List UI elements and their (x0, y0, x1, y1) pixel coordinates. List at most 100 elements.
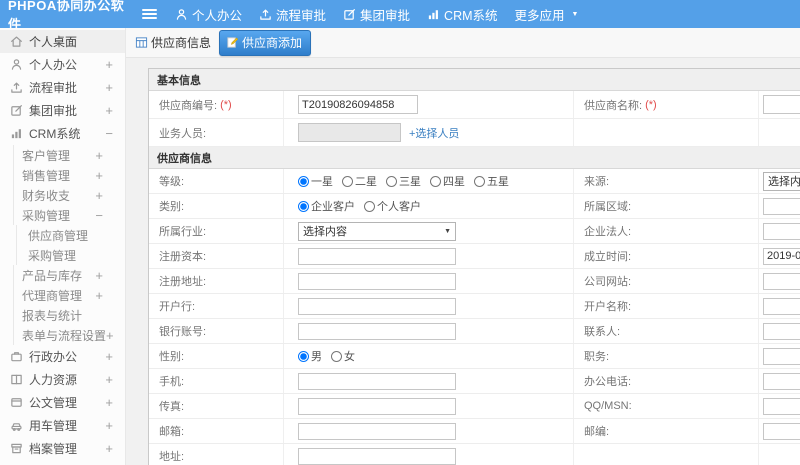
sidebar-item-17[interactable]: 人力资源 + (0, 368, 125, 391)
form-field-cell (284, 444, 574, 465)
text-input[interactable] (763, 297, 800, 315)
text-input[interactable] (298, 247, 456, 265)
expand-toggle[interactable]: − (95, 208, 103, 223)
supplier-add-tab[interactable]: 供应商添加 (219, 29, 312, 56)
sidebar-item-15[interactable]: 表单与流程设置 + (0, 325, 125, 345)
text-input[interactable] (763, 347, 800, 365)
radio-label: 三星 (399, 176, 421, 188)
expand-toggle[interactable]: + (105, 441, 113, 456)
expand-toggle[interactable]: + (105, 57, 113, 72)
sidebar-item-6[interactable]: 客户管理 + (0, 145, 125, 165)
sidebar-item-12[interactable]: 产品与库存 + (0, 265, 125, 285)
main-content: 供应商信息供应商添加 基本信息供应商编号:(*)供应商名称:(*)业务人员:+选… (126, 28, 800, 465)
sidebar-item-7[interactable]: 销售管理 + (0, 165, 125, 185)
text-input[interactable] (763, 322, 800, 340)
text-input[interactable] (763, 197, 800, 215)
field-label: 联系人: (584, 326, 621, 338)
text-input[interactable] (298, 272, 456, 290)
nav-item-5[interactable]: 更多应用 ▼ (515, 5, 579, 24)
expand-toggle[interactable]: + (105, 395, 113, 410)
expand-toggle[interactable]: + (95, 148, 103, 163)
radio-option[interactable]: 企业客户 (298, 198, 355, 214)
text-input[interactable] (763, 222, 800, 240)
text-input[interactable] (763, 247, 800, 265)
expand-toggle[interactable]: + (95, 168, 103, 183)
expand-toggle[interactable]: + (105, 418, 113, 433)
nav-item-2[interactable]: 流程审批 (259, 5, 326, 24)
radio-input[interactable] (298, 350, 309, 362)
sidebar-item-4[interactable]: 集团审批 + (0, 99, 125, 122)
radio-option[interactable]: 二星 (342, 173, 377, 189)
radio-input[interactable] (298, 175, 309, 187)
radio-input[interactable] (342, 175, 353, 187)
text-input[interactable] (298, 322, 456, 340)
nav-item-4[interactable]: CRM系统 (427, 5, 498, 24)
select-person-link[interactable]: +选择人员 (409, 125, 459, 141)
required-marker: (*) (645, 98, 657, 111)
expand-toggle[interactable]: + (95, 188, 103, 203)
text-input[interactable] (298, 422, 456, 440)
sidebar-item-5[interactable]: CRM系统 − (0, 122, 125, 145)
field-label: 业务人员: (159, 127, 207, 140)
sidebar-item-10[interactable]: 供应商管理 (0, 225, 125, 245)
expand-toggle[interactable]: + (95, 288, 103, 303)
radio-option[interactable]: 男 (298, 348, 322, 364)
text-input[interactable] (298, 397, 456, 415)
radio-option[interactable]: 女 (331, 348, 355, 364)
sidebar-item-14[interactable]: 报表与统计 (0, 305, 125, 325)
sidebar-item-8[interactable]: 财务收支 + (0, 185, 125, 205)
radio-option[interactable]: 五星 (474, 173, 509, 189)
text-input[interactable] (763, 397, 800, 415)
text-input[interactable] (298, 95, 418, 114)
nav-item-1[interactable]: 个人办公 (175, 5, 242, 24)
field-label: QQ/MSN: (584, 400, 632, 412)
radio-option[interactable]: 四星 (430, 173, 465, 189)
radio-option[interactable]: 一星 (298, 173, 333, 189)
text-input[interactable] (763, 372, 800, 390)
sidebar-item-11[interactable]: 采购管理 (0, 245, 125, 265)
radio-input[interactable] (430, 175, 441, 187)
form-row: 等级: 一星 二星 三星 四星 五星 来源: 选择内容▼ (149, 169, 800, 194)
radio-input[interactable] (386, 175, 397, 187)
sidebar-item-9[interactable]: 采购管理 − (0, 205, 125, 225)
select-input[interactable]: 选择内容▼ (298, 221, 456, 241)
select-input[interactable]: 选择内容▼ (763, 171, 800, 191)
expand-toggle[interactable]: + (105, 103, 113, 118)
form-row: 银行账号: 联系人: (149, 319, 800, 344)
tab-label: 供应商信息 (151, 36, 212, 50)
text-input[interactable] (763, 422, 800, 440)
text-input[interactable] (763, 272, 800, 290)
sidebar-item-13[interactable]: 代理商管理 + (0, 285, 125, 305)
radio-option[interactable]: 三星 (386, 173, 421, 189)
sidebar-item-20[interactable]: 档案管理 + (0, 437, 125, 460)
text-input[interactable] (298, 447, 456, 465)
nav-item-3[interactable]: 集团审批 (343, 5, 410, 24)
sidebar-item-18[interactable]: 公文管理 + (0, 391, 125, 414)
text-input[interactable] (298, 297, 456, 315)
expand-toggle[interactable]: + (106, 328, 114, 343)
radio-input[interactable] (298, 200, 309, 212)
radio-input[interactable] (474, 175, 485, 187)
expand-toggle[interactable]: + (105, 372, 113, 387)
expand-toggle[interactable]: + (105, 349, 113, 364)
text-input[interactable] (298, 372, 456, 390)
radio-input[interactable] (331, 350, 342, 362)
radio-input[interactable] (364, 200, 375, 212)
text-input[interactable] (763, 95, 800, 114)
sidebar-item-3[interactable]: 流程审批 + (0, 76, 125, 99)
form-row: 性别: 男女职务: (149, 344, 800, 369)
sidebar-item-1[interactable]: 个人桌面 (0, 30, 125, 53)
radio-option[interactable]: 个人客户 (364, 198, 421, 214)
sidebar-item-19[interactable]: 用车管理 + (0, 414, 125, 437)
expand-toggle[interactable]: + (95, 268, 103, 283)
form-field-cell: 企业客户 个人客户 (284, 194, 574, 218)
hamburger-menu-icon[interactable] (142, 9, 157, 19)
sidebar-item-2[interactable]: 个人办公 + (0, 53, 125, 76)
text-input[interactable] (298, 123, 401, 142)
expand-toggle[interactable]: − (105, 126, 113, 141)
field-label: 公司网站: (584, 276, 632, 288)
supplier-info-tab[interactable]: 供应商信息 (135, 34, 211, 51)
expand-toggle[interactable]: + (105, 80, 113, 95)
sidebar-item-16[interactable]: 行政办公 + (0, 345, 125, 368)
form-label-cell: 等级: (149, 169, 284, 193)
